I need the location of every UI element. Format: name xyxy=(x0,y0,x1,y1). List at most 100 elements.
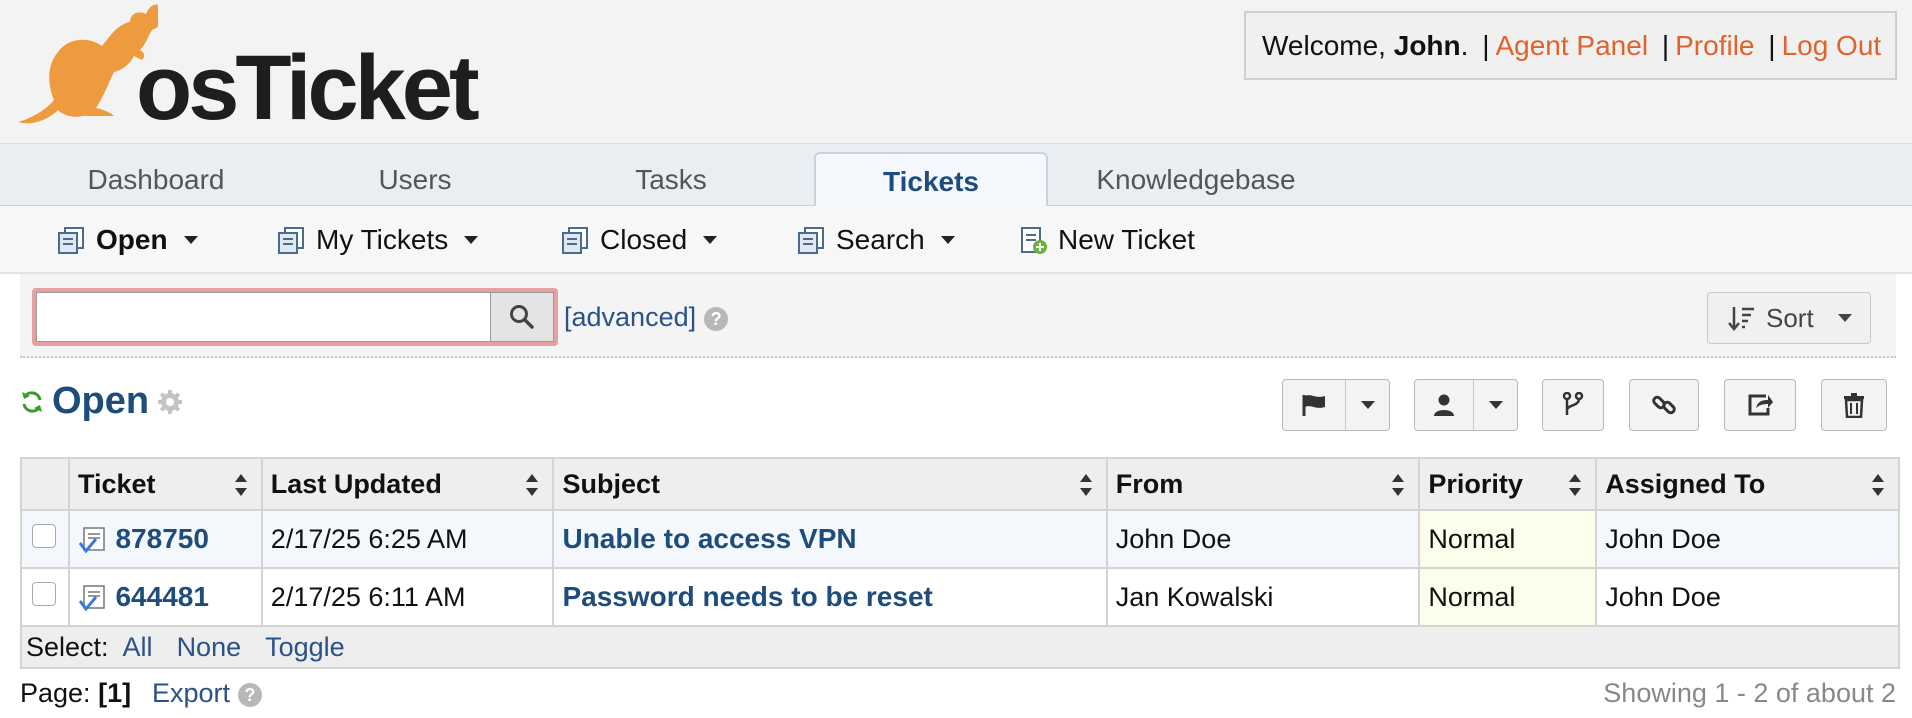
row-checkbox[interactable] xyxy=(32,581,56,606)
row-checkbox[interactable] xyxy=(32,523,56,548)
ticket-cell: 878750 xyxy=(67,509,263,569)
column-label: From xyxy=(1115,468,1184,499)
column-label: Subject xyxy=(562,468,661,499)
column-last-updated[interactable]: Last Updated xyxy=(260,457,555,511)
ticket-number-link[interactable]: 878750 xyxy=(115,523,208,554)
transfer-button[interactable] xyxy=(1724,379,1796,431)
priority-cell: Normal xyxy=(1418,509,1598,569)
assigned-cell: John Doe xyxy=(1595,567,1900,627)
separator: | xyxy=(1768,30,1776,61)
transfer-seg[interactable] xyxy=(1725,380,1795,430)
select-none-link[interactable]: None xyxy=(177,632,242,662)
trash-icon xyxy=(1844,393,1864,418)
chevron-down-icon xyxy=(1360,401,1375,409)
tickets-icon xyxy=(278,227,304,254)
help-icon[interactable]: ? xyxy=(704,306,729,331)
pagination: Page: [1] xyxy=(20,678,131,709)
tab-tickets[interactable]: Tickets xyxy=(814,152,1048,208)
page-number[interactable]: [1] xyxy=(98,678,131,708)
separator: | xyxy=(1661,30,1670,61)
link-seg[interactable] xyxy=(1630,380,1698,430)
subject-cell: Unable to access VPN xyxy=(552,509,1108,569)
select-all-link[interactable]: All xyxy=(123,632,153,662)
tickets-icon xyxy=(58,227,84,254)
sort-icon[interactable] xyxy=(234,474,247,496)
queue-title: Open xyxy=(20,380,183,423)
assign-caret[interactable] xyxy=(1473,380,1517,430)
user-icon xyxy=(1434,394,1454,416)
welcome-text: Welcome, xyxy=(1262,30,1394,61)
log-out-link[interactable]: Log Out xyxy=(1782,30,1882,61)
sort-label: Sort xyxy=(1766,302,1814,333)
merge-seg[interactable] xyxy=(1543,380,1603,430)
code-fork-icon xyxy=(1562,392,1584,415)
export-link[interactable]: Export xyxy=(152,678,230,708)
select-label: Select: xyxy=(26,631,109,662)
search-label: Search xyxy=(836,224,925,255)
tickets-table: Ticket Last Updated Subject From Priorit… xyxy=(20,457,1900,669)
column-from[interactable]: From xyxy=(1105,457,1421,511)
sort-icon xyxy=(1728,307,1754,331)
sort-icon[interactable] xyxy=(1079,474,1092,496)
column-assigned-to[interactable]: Assigned To xyxy=(1595,457,1900,511)
assign-button[interactable] xyxy=(1415,380,1473,430)
select-toggle-link[interactable]: Toggle xyxy=(265,632,345,662)
share-icon xyxy=(1748,394,1773,416)
assign-dropdown-button[interactable] xyxy=(1414,379,1518,431)
sort-button[interactable]: Sort xyxy=(1707,292,1871,344)
flag-button[interactable] xyxy=(1283,380,1345,430)
sort-icon[interactable] xyxy=(1569,474,1582,496)
gear-icon[interactable] xyxy=(157,389,183,415)
sort-icon[interactable] xyxy=(526,474,539,496)
tab-knowledgebase[interactable]: Knowledgebase xyxy=(1076,152,1316,207)
delete-seg[interactable] xyxy=(1822,380,1886,430)
tickets-icon xyxy=(798,227,824,254)
search-input[interactable] xyxy=(36,292,490,342)
column-select xyxy=(20,457,70,511)
advanced-search: [advanced]? xyxy=(564,302,729,333)
merge-button[interactable] xyxy=(1542,379,1604,431)
subject-link[interactable]: Password needs to be reset xyxy=(562,581,932,612)
profile-link[interactable]: Profile xyxy=(1675,30,1754,61)
user-name: John xyxy=(1393,30,1461,61)
sort-icon[interactable] xyxy=(1872,474,1884,496)
column-ticket[interactable]: Ticket xyxy=(67,457,263,511)
closed-menu[interactable]: Closed xyxy=(560,222,718,258)
agent-panel-link[interactable]: Agent Panel xyxy=(1495,30,1648,61)
chevron-down-icon xyxy=(464,236,479,244)
column-label: Priority xyxy=(1428,468,1523,499)
column-priority[interactable]: Priority xyxy=(1418,457,1598,511)
ticket-cell: 644481 xyxy=(67,567,263,627)
search-menu[interactable]: Search xyxy=(796,222,955,258)
select-cell xyxy=(20,567,70,627)
search-button[interactable] xyxy=(490,292,554,342)
sort-icon[interactable] xyxy=(1392,474,1405,496)
last-updated-cell: 2/17/25 6:11 AM xyxy=(260,567,555,627)
last-updated-cell: 2/17/25 6:25 AM xyxy=(260,509,555,569)
column-subject[interactable]: Subject xyxy=(552,457,1108,511)
page-title[interactable]: Open xyxy=(52,380,149,423)
link-button[interactable] xyxy=(1629,379,1699,431)
ticket-number-link[interactable]: 644481 xyxy=(115,581,208,612)
my-tickets-menu[interactable]: My Tickets xyxy=(276,222,479,258)
main-nav: Dashboard Users Tasks Tickets Knowledgeb… xyxy=(0,143,1912,208)
tab-dashboard[interactable]: Dashboard xyxy=(36,152,276,207)
welcome-suffix: . xyxy=(1460,30,1469,61)
delete-button[interactable] xyxy=(1821,379,1887,431)
table-row: 878750 2/17/25 6:25 AM Unable to access … xyxy=(20,509,1900,569)
flag-caret[interactable] xyxy=(1345,380,1389,430)
tab-tasks[interactable]: Tasks xyxy=(556,152,786,207)
tab-users[interactable]: Users xyxy=(300,152,530,207)
help-icon[interactable]: ? xyxy=(238,682,263,707)
flag-dropdown-button[interactable] xyxy=(1282,379,1390,431)
subject-link[interactable]: Unable to access VPN xyxy=(562,523,856,554)
new-ticket-link[interactable]: New Ticket xyxy=(1018,222,1195,258)
refresh-icon[interactable] xyxy=(20,390,44,414)
open-menu[interactable]: Open xyxy=(56,222,198,258)
column-label: Assigned To xyxy=(1605,468,1766,499)
ticket-icon xyxy=(78,527,105,554)
osticket-logo[interactable]: osTicket xyxy=(18,0,480,134)
select-bar: Select: All None Toggle xyxy=(20,625,1900,669)
column-label: Ticket xyxy=(77,468,156,499)
advanced-search-link[interactable]: [advanced] xyxy=(564,302,696,332)
